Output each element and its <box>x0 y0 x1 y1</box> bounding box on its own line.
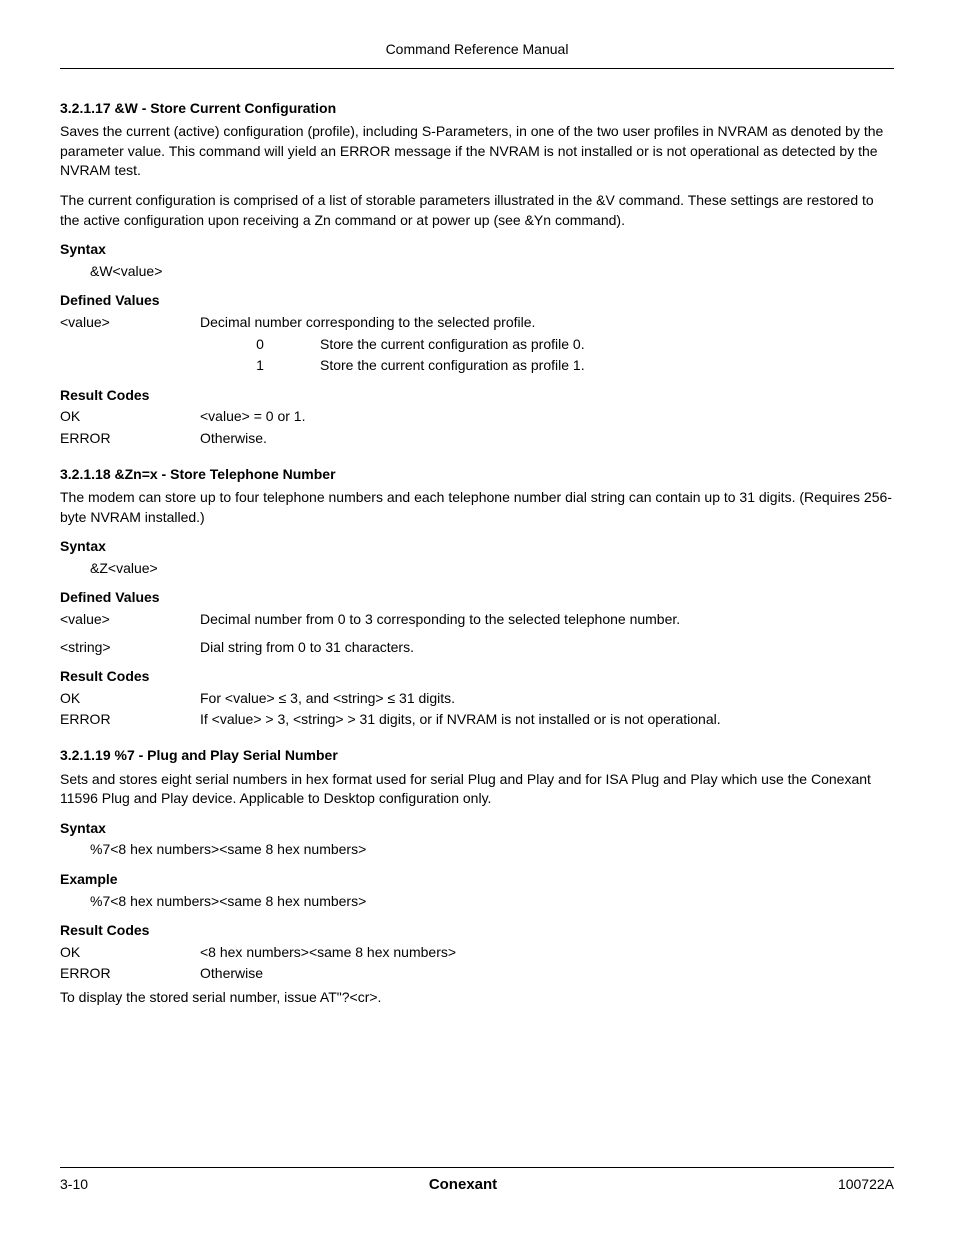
footer-brand: Conexant <box>429 1174 497 1195</box>
s3-syntax-value: %7<8 hex numbers><same 8 hex numbers> <box>90 840 894 860</box>
s2-dv-heading: Defined Values <box>60 588 894 608</box>
s1-opt-key: 1 <box>230 356 290 376</box>
s1-opt-val: Store the current configuration as profi… <box>290 335 894 355</box>
s3-rc-val: <8 hex numbers><same 8 hex numbers> <box>200 943 894 963</box>
section-3-title: 3.2.1.19 %7 - Plug and Play Serial Numbe… <box>60 746 894 766</box>
section-1-title: 3.2.1.17 &W - Store Current Configuratio… <box>60 99 894 119</box>
s1-rc-key: ERROR <box>60 429 200 449</box>
s3-rc-heading: Result Codes <box>60 921 894 941</box>
s3-rc-row: OK <8 hex numbers><same 8 hex numbers> <box>60 943 894 963</box>
s1-rc-row: ERROR Otherwise. <box>60 429 894 449</box>
s2-rc-val: If <value> > 3, <string> > 31 digits, or… <box>200 710 894 730</box>
s1-syntax-heading: Syntax <box>60 240 894 260</box>
section-2-p1: The modem can store up to four telephone… <box>60 488 894 527</box>
s2-dv-row: <value> Decimal number from 0 to 3 corre… <box>60 610 894 630</box>
s3-rc-key: ERROR <box>60 964 200 984</box>
s2-rc-val: For <value> ≤ 3, and <string> ≤ 31 digit… <box>200 689 894 709</box>
s1-rc-row: OK <value> = 0 or 1. <box>60 407 894 427</box>
s2-rc-row: ERROR If <value> > 3, <string> > 31 digi… <box>60 710 894 730</box>
s1-syntax-value: &W<value> <box>90 262 894 282</box>
header-title: Command Reference Manual <box>386 41 569 57</box>
s1-rc-val: <value> = 0 or 1. <box>200 407 894 427</box>
s1-rc-val: Otherwise. <box>200 429 894 449</box>
s2-dv-key: <string> <box>60 638 200 658</box>
footer-doc-id: 100722A <box>838 1175 894 1195</box>
s1-dv-row: <value> Decimal number corresponding to … <box>60 313 894 333</box>
s3-example-value: %7<8 hex numbers><same 8 hex numbers> <box>90 892 894 912</box>
s2-dv-val: Dial string from 0 to 31 characters. <box>200 638 894 658</box>
s3-rc-row: ERROR Otherwise <box>60 964 894 984</box>
section-1-p2: The current configuration is comprised o… <box>60 191 894 230</box>
s2-rc-key: OK <box>60 689 200 709</box>
section-2-title: 3.2.1.18 &Zn=x - Store Telephone Number <box>60 465 894 485</box>
s1-dv-name: <value> <box>60 313 200 333</box>
footer-page-number: 3-10 <box>60 1175 88 1195</box>
section-3-p1: Sets and stores eight serial numbers in … <box>60 770 894 809</box>
s3-example-heading: Example <box>60 870 894 890</box>
s1-opt-row: 0 Store the current configuration as pro… <box>230 335 894 355</box>
page-footer: 3-10 Conexant 100722A <box>60 1167 894 1195</box>
s1-opt-val: Store the current configuration as profi… <box>290 356 894 376</box>
s3-note: To display the stored serial number, iss… <box>60 988 894 1008</box>
s2-dv-val: Decimal number from 0 to 3 corresponding… <box>200 610 894 630</box>
s3-rc-val: Otherwise <box>200 964 894 984</box>
s1-dv-desc: Decimal number corresponding to the sele… <box>200 313 894 333</box>
s2-syntax-value: &Z<value> <box>90 559 894 579</box>
s1-opt-row: 1 Store the current configuration as pro… <box>230 356 894 376</box>
page-header: Command Reference Manual <box>60 40 894 69</box>
section-1-p1: Saves the current (active) configuration… <box>60 122 894 181</box>
s2-rc-row: OK For <value> ≤ 3, and <string> ≤ 31 di… <box>60 689 894 709</box>
s1-opt-key: 0 <box>230 335 290 355</box>
s2-rc-heading: Result Codes <box>60 667 894 687</box>
s3-rc-key: OK <box>60 943 200 963</box>
s1-rc-heading: Result Codes <box>60 386 894 406</box>
s2-dv-key: <value> <box>60 610 200 630</box>
s2-dv-row: <string> Dial string from 0 to 31 charac… <box>60 638 894 658</box>
s2-rc-key: ERROR <box>60 710 200 730</box>
s1-dv-heading: Defined Values <box>60 291 894 311</box>
s1-rc-key: OK <box>60 407 200 427</box>
s2-syntax-heading: Syntax <box>60 537 894 557</box>
s3-syntax-heading: Syntax <box>60 819 894 839</box>
